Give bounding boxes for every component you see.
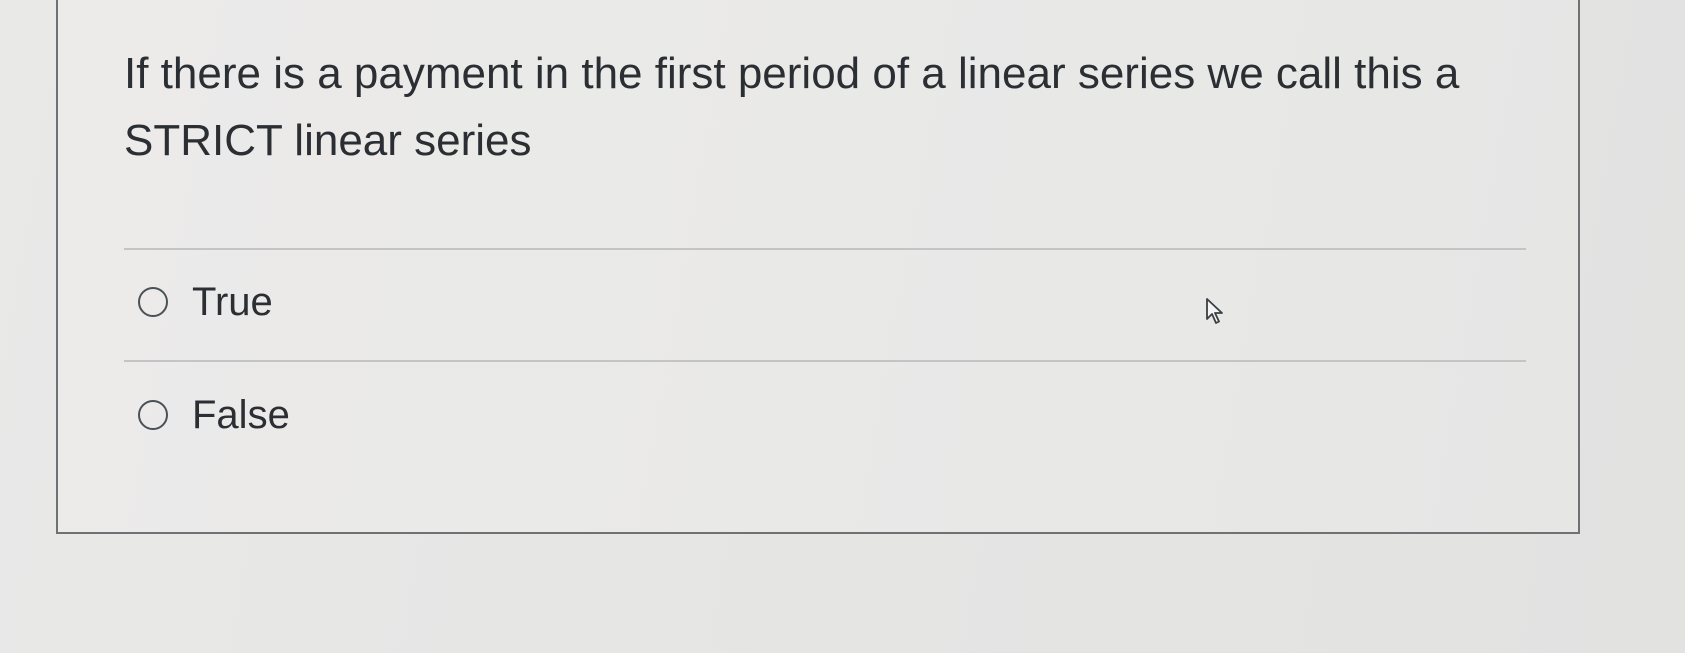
- answer-label-false: False: [192, 393, 290, 437]
- question-card: If there is a payment in the first perio…: [56, 0, 1580, 534]
- answer-divider-top: [124, 248, 1526, 250]
- answer-option-true[interactable]: True: [138, 272, 273, 332]
- question-text: If there is a payment in the first perio…: [124, 49, 1460, 165]
- mouse-pointer-icon: [1206, 298, 1223, 324]
- answer-option-false[interactable]: False: [138, 385, 290, 445]
- answer-divider-middle: [124, 360, 1526, 362]
- answer-label-true: True: [192, 280, 273, 324]
- radio-unselected-icon[interactable]: [138, 287, 168, 317]
- radio-unselected-icon[interactable]: [138, 400, 168, 430]
